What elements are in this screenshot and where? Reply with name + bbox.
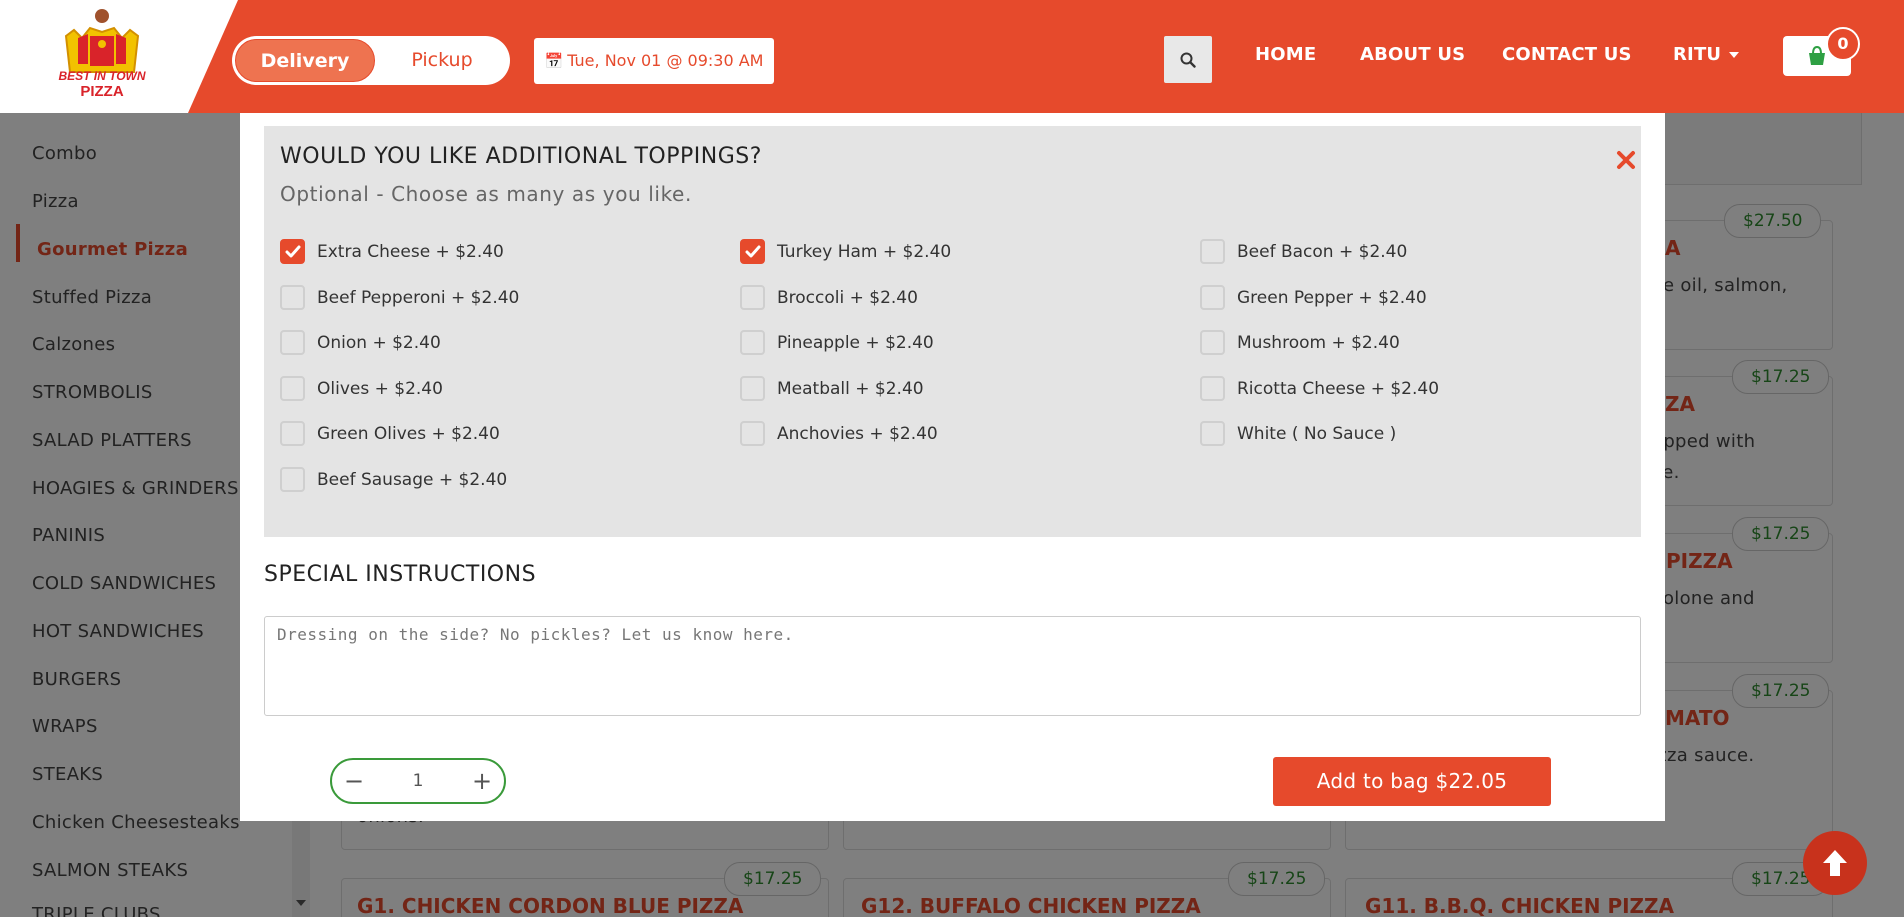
topping-label: Extra Cheese + $2.40 xyxy=(317,241,504,262)
order-datetime-text: Tue, Nov 01 @ 09:30 AM xyxy=(567,51,764,70)
topping-option[interactable]: Ricotta Cheese + $2.40 xyxy=(1200,376,1439,401)
checkbox[interactable] xyxy=(1200,239,1225,264)
scroll-to-top-button[interactable] xyxy=(1803,831,1867,895)
topping-option[interactable]: Extra Cheese + $2.40 xyxy=(280,239,504,264)
topping-label: Olives + $2.40 xyxy=(317,378,443,399)
brand-logo[interactable]: BEST IN TOWN PIZZA xyxy=(54,8,150,106)
modal-subtitle: Optional - Choose as many as you like. xyxy=(280,182,692,206)
topping-label: Green Olives + $2.40 xyxy=(317,423,500,444)
delivery-option[interactable]: Delivery xyxy=(235,39,375,82)
checkbox[interactable] xyxy=(280,421,305,446)
checkbox[interactable] xyxy=(740,330,765,355)
calendar-icon: 📅 xyxy=(544,52,564,70)
shopping-bag-icon xyxy=(1809,46,1825,65)
topping-option[interactable]: Meatball + $2.40 xyxy=(740,376,924,401)
special-instructions-heading: SPECIAL INSTRUCTIONS xyxy=(264,562,537,587)
topping-option[interactable]: Anchovies + $2.40 xyxy=(740,421,938,446)
topping-option[interactable]: Turkey Ham + $2.40 xyxy=(740,239,951,264)
arrow-up-icon xyxy=(1823,850,1847,876)
checkbox[interactable] xyxy=(280,285,305,310)
search-button[interactable] xyxy=(1164,36,1212,83)
svg-text:PIZZA: PIZZA xyxy=(80,83,123,100)
topping-option[interactable]: Pineapple + $2.40 xyxy=(740,330,934,355)
checkbox[interactable] xyxy=(1200,285,1225,310)
checkbox-checked[interactable] xyxy=(280,239,305,264)
topping-option[interactable]: Green Pepper + $2.40 xyxy=(1200,285,1427,310)
checkbox[interactable] xyxy=(1200,421,1225,446)
checkbox[interactable] xyxy=(280,330,305,355)
topping-label: Beef Bacon + $2.40 xyxy=(1237,241,1408,262)
topping-label: Green Pepper + $2.40 xyxy=(1237,287,1427,308)
check-icon xyxy=(745,245,760,257)
checkbox[interactable] xyxy=(1200,330,1225,355)
topping-option[interactable]: Beef Sausage + $2.40 xyxy=(280,467,507,492)
order-datetime-button[interactable]: 📅 Tue, Nov 01 @ 09:30 AM xyxy=(534,38,774,84)
toppings-modal: WOULD YOU LIKE ADDITIONAL TOPPINGS? Opti… xyxy=(240,113,1665,821)
topping-label: Beef Sausage + $2.40 xyxy=(317,469,508,490)
search-icon xyxy=(1180,52,1196,68)
topping-label: Meatball + $2.40 xyxy=(777,378,924,399)
topping-option[interactable]: Onion + $2.40 xyxy=(280,330,441,355)
logo-area: BEST IN TOWN PIZZA xyxy=(0,0,238,113)
nav-contact-us[interactable]: CONTACT US xyxy=(1502,44,1632,65)
quantity-stepper: − 1 + xyxy=(330,758,506,804)
svg-text:BEST IN TOWN: BEST IN TOWN xyxy=(58,69,145,83)
topping-label: Broccoli + $2.40 xyxy=(777,287,918,308)
topping-label: Onion + $2.40 xyxy=(317,332,441,353)
topping-label: Pineapple + $2.40 xyxy=(777,332,934,353)
topping-label: Beef Pepperoni + $2.40 xyxy=(317,287,520,308)
topping-option[interactable]: Olives + $2.40 xyxy=(280,376,443,401)
checkbox[interactable] xyxy=(740,421,765,446)
modal-title: WOULD YOU LIKE ADDITIONAL TOPPINGS? xyxy=(280,144,762,169)
topping-option[interactable]: Beef Bacon + $2.40 xyxy=(1200,239,1407,264)
checkbox[interactable] xyxy=(740,376,765,401)
checkbox[interactable] xyxy=(1200,376,1225,401)
checkbox[interactable] xyxy=(280,467,305,492)
nav-home[interactable]: HOME xyxy=(1255,44,1316,65)
topping-option[interactable]: Green Olives + $2.40 xyxy=(280,421,500,446)
decrease-quantity-button[interactable]: − xyxy=(338,766,370,796)
topping-label: Mushroom + $2.40 xyxy=(1237,332,1400,353)
topping-option[interactable]: White ( No Sauce ) xyxy=(1200,421,1396,446)
site-header: BEST IN TOWN PIZZA Delivery Pickup 📅 Tue,… xyxy=(0,0,1904,113)
quantity-value[interactable]: 1 xyxy=(386,771,450,791)
close-icon[interactable] xyxy=(1614,148,1638,172)
check-icon xyxy=(285,245,300,257)
increase-quantity-button[interactable]: + xyxy=(466,766,498,796)
topping-label: White ( No Sauce ) xyxy=(1237,423,1397,444)
topping-label: Anchovies + $2.40 xyxy=(777,423,938,444)
nav-user-menu[interactable]: RITU xyxy=(1673,44,1740,65)
add-to-bag-button[interactable]: Add to bag $22.05 xyxy=(1273,757,1551,806)
topping-option[interactable]: Broccoli + $2.40 xyxy=(740,285,918,310)
checkbox-checked[interactable] xyxy=(740,239,765,264)
topping-label: Ricotta Cheese + $2.40 xyxy=(1237,378,1440,399)
toppings-section: WOULD YOU LIKE ADDITIONAL TOPPINGS? Opti… xyxy=(264,126,1641,537)
topping-option[interactable]: Beef Pepperoni + $2.40 xyxy=(280,285,519,310)
checkbox[interactable] xyxy=(280,376,305,401)
topping-label: Turkey Ham + $2.40 xyxy=(777,241,952,262)
cart-count-badge: 0 xyxy=(1826,27,1860,61)
order-mode-toggle: Delivery Pickup xyxy=(232,36,510,85)
checkbox[interactable] xyxy=(740,285,765,310)
pickup-option[interactable]: Pickup xyxy=(378,39,506,82)
special-instructions-input[interactable] xyxy=(264,616,1641,716)
nav-about-us[interactable]: ABOUT US xyxy=(1360,44,1465,65)
user-name: RITU xyxy=(1673,44,1722,65)
topping-option[interactable]: Mushroom + $2.40 xyxy=(1200,330,1400,355)
chevron-down-icon xyxy=(1729,52,1740,58)
